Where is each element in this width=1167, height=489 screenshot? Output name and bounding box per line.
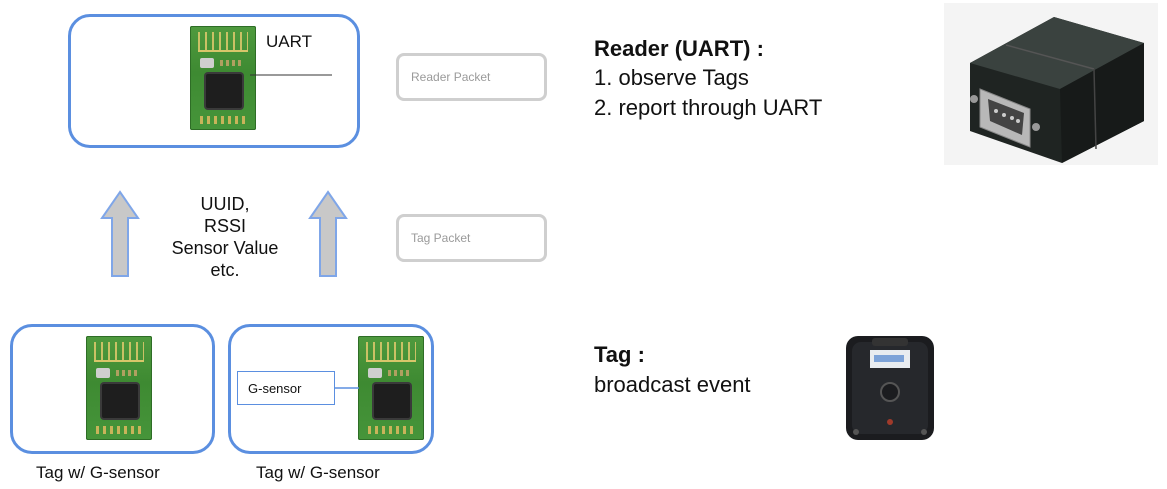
reader-device-image	[944, 3, 1158, 165]
ble-module-tag-right	[358, 336, 424, 440]
tag-device-image	[846, 336, 934, 440]
reader-packet-box: Reader Packet	[396, 53, 547, 101]
ble-module-reader	[190, 26, 256, 130]
up-arrow-right	[308, 190, 348, 277]
packet-contents: UUID, RSSI Sensor Value etc.	[150, 193, 300, 281]
reader-item-2: 2. report through UART	[594, 95, 823, 120]
tag-caption-left: Tag w/ G-sensor	[36, 463, 160, 482]
tag-title: Tag :	[594, 342, 645, 367]
reader-title: Reader (UART) :	[594, 36, 764, 61]
up-arrow-left	[100, 190, 140, 277]
annotation-line-rssi: RSSI	[203, 216, 246, 236]
uart-line	[250, 74, 332, 76]
tag-caption-right: Tag w/ G-sensor	[256, 463, 380, 482]
annotation-line-etc: etc.	[210, 260, 240, 280]
uart-label: UART	[266, 32, 312, 51]
annotation-line-uuid: UUID,	[200, 194, 250, 214]
annotation-line-sensor: Sensor Value	[171, 238, 279, 258]
gsensor-line	[335, 387, 359, 389]
reader-item-1: 1. observe Tags	[594, 65, 749, 90]
tag-text: broadcast event	[594, 372, 751, 397]
tag-packet-box: Tag Packet	[396, 214, 547, 262]
ble-module-tag-left	[86, 336, 152, 440]
gsensor-box: G-sensor	[237, 371, 335, 405]
